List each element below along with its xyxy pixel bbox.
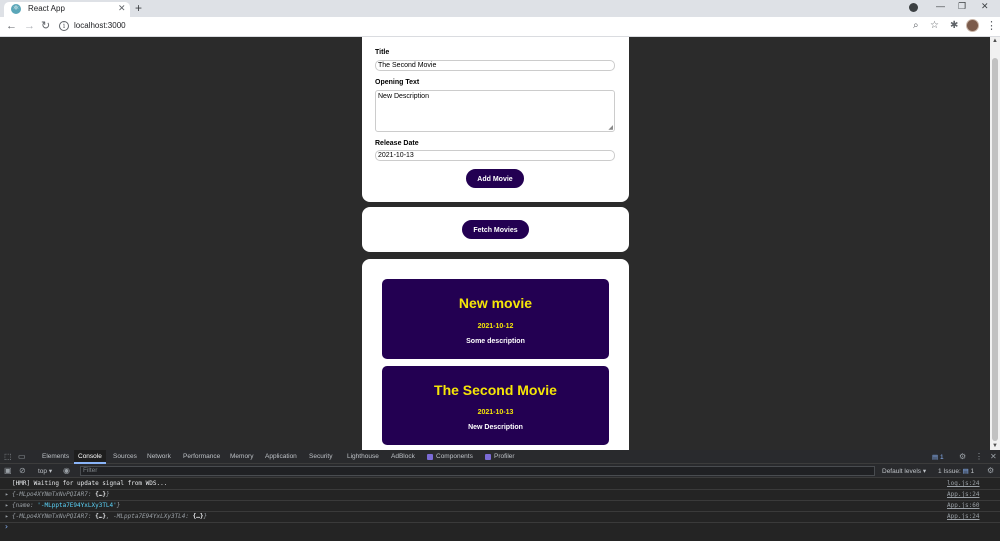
tab-performance[interactable]: Performance <box>183 453 220 460</box>
reload-icon[interactable]: ↻ <box>41 20 50 33</box>
forward-arrow-icon[interactable]: → <box>24 20 35 33</box>
tab-console[interactable]: Console <box>78 453 102 460</box>
console-source-link[interactable]: log.js:24 <box>947 479 980 489</box>
fetch-movies-section: Fetch Movies <box>362 207 629 252</box>
scroll-down-icon[interactable]: ▼ <box>992 443 998 449</box>
zoom-icon[interactable]: ⌕ <box>913 20 919 32</box>
console-settings-gear-icon[interactable]: ⚙ <box>987 466 994 475</box>
movies-list: New movie 2021-10-12 Some description Th… <box>362 259 629 450</box>
back-arrow-icon[interactable]: ← <box>6 20 17 33</box>
profile-avatar[interactable] <box>966 19 979 32</box>
opening-text-label: Opening Text <box>375 79 420 86</box>
console-prompt[interactable]: › <box>4 522 9 531</box>
device-toolbar-icon[interactable]: ▭ <box>18 452 26 461</box>
log-levels-dropdown[interactable]: Default levels ▾ <box>882 467 926 475</box>
scroll-up-icon[interactable]: ▲ <box>992 38 998 44</box>
address-bar[interactable]: i localhost:3000 <box>56 20 950 34</box>
inspect-element-icon[interactable]: ⬚ <box>4 452 12 461</box>
tab-adblock[interactable]: AdBlock <box>391 453 415 460</box>
console-message[interactable]: ▸ {name: '-MLppta7E94YxLXy3TL4'} App.js:… <box>0 501 1000 512</box>
devtools-tab-bar: ⬚ ▭ Elements Console Sources Network Per… <box>0 450 1000 464</box>
live-expression-eye-icon[interactable]: ◉ <box>63 466 70 475</box>
console-filter-bar: ▣ ⊘ top ▾ ◉ Filter Default levels ▾ 1 Is… <box>0 464 1000 478</box>
movie-description: Some description <box>466 338 525 345</box>
issues-badge[interactable]: ▤ 1 <box>932 453 944 461</box>
tab-network[interactable]: Network <box>147 453 171 460</box>
react-favicon-icon: ⚛ <box>11 4 21 14</box>
context-selector[interactable]: top ▾ <box>38 467 52 475</box>
restore-button[interactable]: ❐ <box>958 1 966 12</box>
tab-lighthouse[interactable]: Lighthouse <box>347 453 379 460</box>
sidebar-toggle-icon[interactable]: ▣ <box>4 466 12 475</box>
movie-item: New movie 2021-10-12 Some description <box>382 279 609 359</box>
address-url: localhost:3000 <box>74 21 126 30</box>
browser-menu-icon[interactable]: ⋮ <box>986 19 997 32</box>
console-message: [HMR] Waiting for update signal from WDS… <box>0 479 1000 490</box>
tab-elements[interactable]: Elements <box>42 453 69 460</box>
tab-memory[interactable]: Memory <box>230 453 253 460</box>
console-message[interactable]: ▸ {-MLpo4XYNmTxNvPQIAR7: {…}} App.js:24 <box>0 490 1000 501</box>
tab-application[interactable]: Application <box>265 453 297 460</box>
movie-release-date: 2021-10-12 <box>477 323 514 330</box>
expand-caret-icon[interactable]: ▸ <box>5 501 9 511</box>
new-tab-button[interactable]: + <box>135 1 142 15</box>
movie-description: New Description <box>468 424 523 431</box>
tab-security[interactable]: Security <box>309 453 332 460</box>
fetch-movies-button[interactable]: Fetch Movies <box>462 220 529 239</box>
opening-text-textarea[interactable]: New Description ◢ <box>375 90 615 132</box>
site-info-icon[interactable]: i <box>59 21 69 31</box>
release-date-input[interactable]: 2021-10-13 <box>375 150 615 161</box>
console-source-link[interactable]: App.js:24 <box>947 512 980 522</box>
tab-close-icon[interactable]: ✕ <box>118 3 126 14</box>
devtools-close-icon[interactable]: ✕ <box>990 452 997 461</box>
react-profiler-icon <box>485 454 491 460</box>
opening-text-value: New Description <box>378 93 429 100</box>
title-label: Title <box>375 49 390 56</box>
expand-caret-icon[interactable]: ▸ <box>5 490 9 500</box>
settings-gear-icon[interactable]: ⚙ <box>959 452 966 461</box>
tab-title: React App <box>28 4 65 13</box>
page-viewport: Title The Second Movie Opening Text New … <box>0 37 990 450</box>
tab-sources[interactable]: Sources <box>113 453 137 460</box>
extensions-puzzle-icon[interactable]: ✱ <box>950 20 958 32</box>
browser-tab[interactable]: ⚛ React App ✕ <box>4 2 130 17</box>
devtools-panel: ⬚ ▭ Elements Console Sources Network Per… <box>0 450 1000 541</box>
console-message[interactable]: ▸ {-MLpo4XYNmTxNvPQIAR7: {…}, -MLppta7E9… <box>0 512 1000 523</box>
tab-search-icon[interactable] <box>909 3 918 12</box>
tab-components[interactable]: Components <box>436 453 473 460</box>
console-filter-input[interactable]: Filter <box>80 466 875 476</box>
movie-title: The Second Movie <box>434 382 557 398</box>
add-movie-button[interactable]: Add Movie <box>466 169 524 188</box>
add-movie-form: Title The Second Movie Opening Text New … <box>362 37 629 202</box>
react-components-icon <box>427 454 433 460</box>
console-source-link[interactable]: App.js:60 <box>947 501 980 511</box>
scroll-thumb[interactable] <box>992 58 998 441</box>
title-input[interactable]: The Second Movie <box>375 60 615 71</box>
movie-item: The Second Movie 2021-10-13 New Descript… <box>382 366 609 445</box>
expand-caret-icon[interactable]: ▸ <box>5 512 9 522</box>
movie-release-date: 2021-10-13 <box>477 409 514 416</box>
release-date-label: Release Date <box>375 140 419 147</box>
tab-profiler[interactable]: Profiler <box>494 453 515 460</box>
browser-toolbar: ← → ↻ i localhost:3000 ⌕ ☆ ✱ ⋮ <box>0 17 1000 37</box>
movie-title: New movie <box>458 295 533 311</box>
resize-grip-icon[interactable]: ◢ <box>608 124 613 131</box>
devtools-menu-icon[interactable]: ⋮ <box>975 452 983 461</box>
console-source-link[interactable]: App.js:24 <box>947 490 980 500</box>
clear-console-icon[interactable]: ⊘ <box>19 466 26 475</box>
close-window-button[interactable]: ✕ <box>981 1 989 12</box>
page-scrollbar[interactable]: ▲ ▼ <box>990 37 1000 450</box>
bookmark-star-icon[interactable]: ☆ <box>930 20 939 32</box>
browser-tab-bar: ⚛ React App ✕ + — ❐ ✕ <box>0 0 1000 17</box>
issues-counter[interactable]: 1 Issue: ▤ 1 <box>938 467 974 475</box>
minimize-button[interactable]: — <box>936 1 945 11</box>
